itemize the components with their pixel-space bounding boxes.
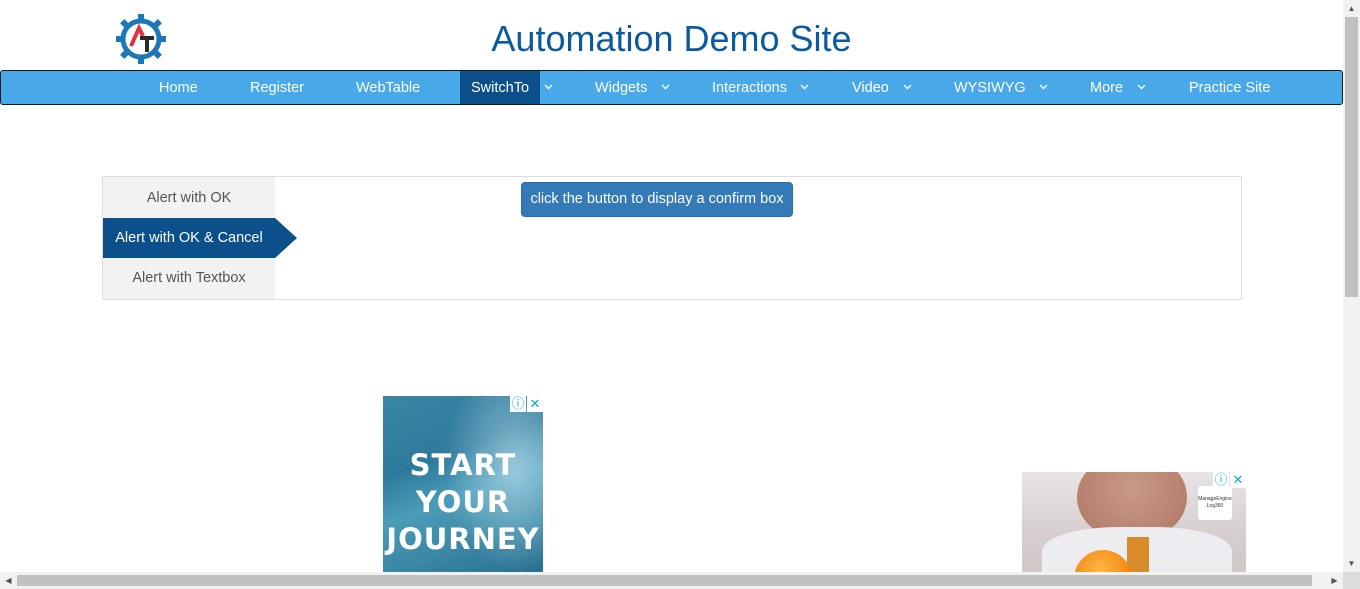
- tab-alert-with-textbox[interactable]: Alert with Textbox: [103, 258, 275, 298]
- tab-alert-with-ok[interactable]: Alert with OK: [103, 178, 275, 218]
- nav-wysiwyg[interactable]: WYSIWYG: [954, 71, 1026, 104]
- main-navbar: Home Register WebTable SwitchTo Widgets …: [0, 70, 1343, 105]
- ad-close-icon[interactable]: ✕: [1230, 472, 1246, 488]
- vertical-scrollbar[interactable]: ▲ ▼: [1343, 0, 1360, 572]
- horizontal-scrollbar[interactable]: ◀ ▶: [0, 572, 1343, 589]
- ad-info-icon[interactable]: ⓘ: [1213, 472, 1229, 488]
- ad-tie-shape: [1127, 537, 1149, 572]
- advertisement-banner[interactable]: START YOUR JOURNEY ⓘ ✕: [383, 396, 543, 572]
- scroll-left-icon[interactable]: ◀: [0, 572, 17, 589]
- ad-text-line: START: [409, 448, 517, 482]
- site-title: Automation Demo Site: [491, 18, 852, 59]
- active-tab-arrow: [275, 218, 297, 258]
- ad-text-line: JOURNEY: [386, 522, 540, 556]
- nav-widgets[interactable]: Widgets: [595, 71, 647, 104]
- ad-text-line: YOUR: [415, 485, 511, 519]
- ad-info-icon[interactable]: ⓘ: [510, 396, 526, 412]
- nav-interactions[interactable]: Interactions: [712, 71, 787, 104]
- scroll-up-icon[interactable]: ▲: [1343, 0, 1360, 17]
- scrollbar-corner: [1343, 572, 1360, 589]
- scroll-down-icon[interactable]: ▼: [1343, 555, 1360, 572]
- ad-brand-badge: ManageEngine Log360: [1198, 486, 1232, 520]
- scroll-right-icon[interactable]: ▶: [1326, 572, 1343, 589]
- nav-practice-site[interactable]: Practice Site: [1189, 71, 1270, 104]
- tab-list: Alert with OK Alert with OK & Cancel Ale…: [103, 177, 297, 299]
- nav-register[interactable]: Register: [250, 71, 304, 104]
- alert-tabs-panel: Alert with OK Alert with OK & Cancel Ale…: [102, 176, 1242, 300]
- ad-controls: ⓘ ✕: [1212, 472, 1246, 489]
- horizontal-scroll-thumb[interactable]: [17, 575, 1312, 586]
- nav-video[interactable]: Video: [852, 71, 889, 104]
- advertisement-banner[interactable]: ManageEngine Log360 ⓘ ✕: [1022, 472, 1246, 572]
- display-confirm-box-button[interactable]: click the button to display a confirm bo…: [521, 182, 793, 217]
- nav-switchto[interactable]: SwitchTo: [460, 71, 540, 104]
- nav-more[interactable]: More: [1090, 71, 1123, 104]
- ad-close-icon[interactable]: ✕: [527, 396, 543, 412]
- tab-alert-with-ok-cancel[interactable]: Alert with OK & Cancel: [103, 218, 297, 258]
- ad-controls: ⓘ ✕: [509, 396, 543, 413]
- tab-label: Alert with OK & Cancel: [115, 230, 263, 246]
- nav-webtable[interactable]: WebTable: [356, 71, 420, 104]
- vertical-scroll-thumb[interactable]: [1345, 17, 1358, 297]
- nav-home[interactable]: Home: [159, 71, 198, 104]
